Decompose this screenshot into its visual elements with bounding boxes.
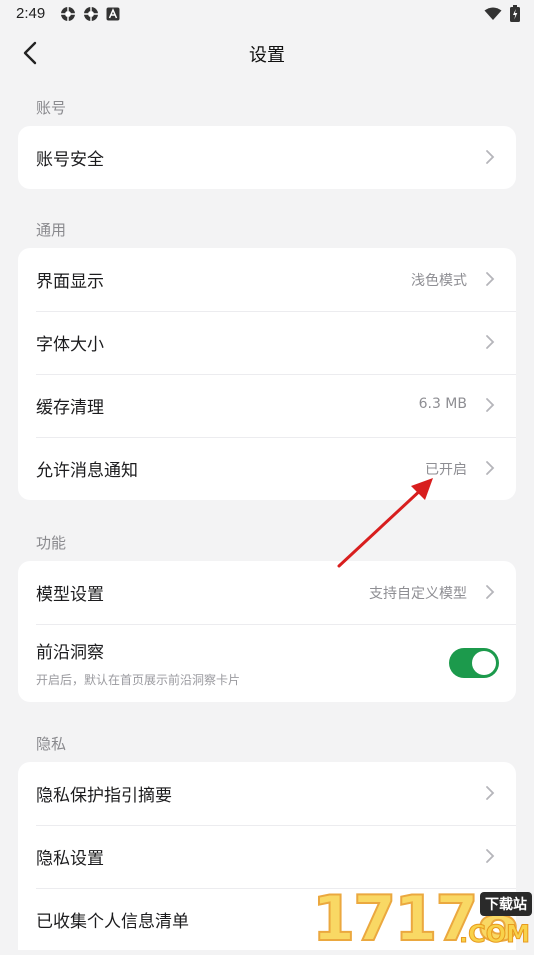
watermark-badge: 下载站 bbox=[480, 892, 532, 916]
settings-notif-icon bbox=[61, 7, 75, 21]
row-model-settings[interactable]: 模型设置 支持自定义模型 bbox=[18, 561, 516, 624]
row-value: 浅色模式 bbox=[411, 273, 467, 289]
row-label: 已收集个人信息清单 bbox=[36, 912, 189, 932]
row-cache-clear[interactable]: 缓存清理 6.3 MB bbox=[18, 374, 516, 437]
row-label: 隐私保护指引摘要 bbox=[36, 786, 172, 806]
a-notif-icon bbox=[106, 7, 120, 21]
settings-notif-icon bbox=[84, 7, 98, 21]
status-bar: 2:49 bbox=[0, 0, 534, 28]
row-account-security[interactable]: 账号安全 bbox=[18, 126, 516, 189]
wifi-icon bbox=[484, 7, 502, 20]
row-label: 允许消息通知 bbox=[36, 461, 138, 481]
row-label: 字体大小 bbox=[36, 335, 104, 355]
chevron-right-icon bbox=[486, 585, 495, 599]
watermark-logo: 17178 下载站 .COM bbox=[310, 881, 534, 955]
row-label: 模型设置 bbox=[36, 585, 104, 605]
status-right bbox=[484, 5, 520, 22]
frontier-insights-toggle[interactable] bbox=[449, 648, 499, 678]
row-privacy-summary[interactable]: 隐私保护指引摘要 bbox=[18, 762, 516, 825]
features-card: 模型设置 支持自定义模型 前沿洞察 开启后，默认在首页展示前沿洞察卡片 bbox=[18, 561, 516, 702]
chevron-right-icon bbox=[486, 398, 495, 412]
notification-icons bbox=[60, 6, 120, 22]
row-label: 账号安全 bbox=[36, 150, 104, 170]
chevron-right-icon bbox=[486, 849, 495, 863]
watermark-domain: .COM bbox=[458, 920, 530, 949]
row-label: 前沿洞察 bbox=[36, 643, 104, 663]
row-label: 缓存清理 bbox=[36, 398, 104, 418]
row-label: 隐私设置 bbox=[36, 849, 104, 869]
row-value: 6.3 MB bbox=[418, 396, 467, 412]
section-label-general: 通用 bbox=[36, 221, 67, 239]
row-notifications[interactable]: 允许消息通知 已开启 bbox=[18, 437, 516, 500]
chevron-right-icon bbox=[486, 150, 495, 164]
chevron-right-icon bbox=[486, 272, 495, 286]
section-label-privacy: 隐私 bbox=[36, 735, 67, 753]
page-title: 设置 bbox=[249, 45, 285, 66]
chevron-right-icon bbox=[486, 461, 495, 475]
row-privacy-settings[interactable]: 隐私设置 bbox=[18, 825, 516, 888]
battery-icon bbox=[510, 5, 520, 22]
row-font-size[interactable]: 字体大小 bbox=[18, 311, 516, 374]
section-label-account: 账号 bbox=[36, 99, 67, 117]
account-card: 账号安全 bbox=[18, 126, 516, 189]
status-time: 2:49 bbox=[16, 5, 46, 22]
toggle-knob bbox=[472, 651, 496, 675]
row-value: 已开启 bbox=[425, 462, 467, 478]
row-subtitle: 开启后，默认在首页展示前沿洞察卡片 bbox=[36, 673, 241, 687]
row-label: 界面显示 bbox=[36, 272, 104, 292]
general-card: 界面显示 浅色模式 字体大小 缓存清理 6.3 MB 允许消息通知 已开启 bbox=[18, 248, 516, 500]
section-label-features: 功能 bbox=[36, 534, 67, 552]
app-bar: 设置 bbox=[0, 28, 534, 78]
chevron-right-icon bbox=[486, 786, 495, 800]
row-value: 支持自定义模型 bbox=[369, 586, 467, 602]
chevron-right-icon bbox=[486, 335, 495, 349]
row-frontier-insights: 前沿洞察 开启后，默认在首页展示前沿洞察卡片 bbox=[18, 624, 516, 702]
row-display[interactable]: 界面显示 浅色模式 bbox=[18, 248, 516, 311]
